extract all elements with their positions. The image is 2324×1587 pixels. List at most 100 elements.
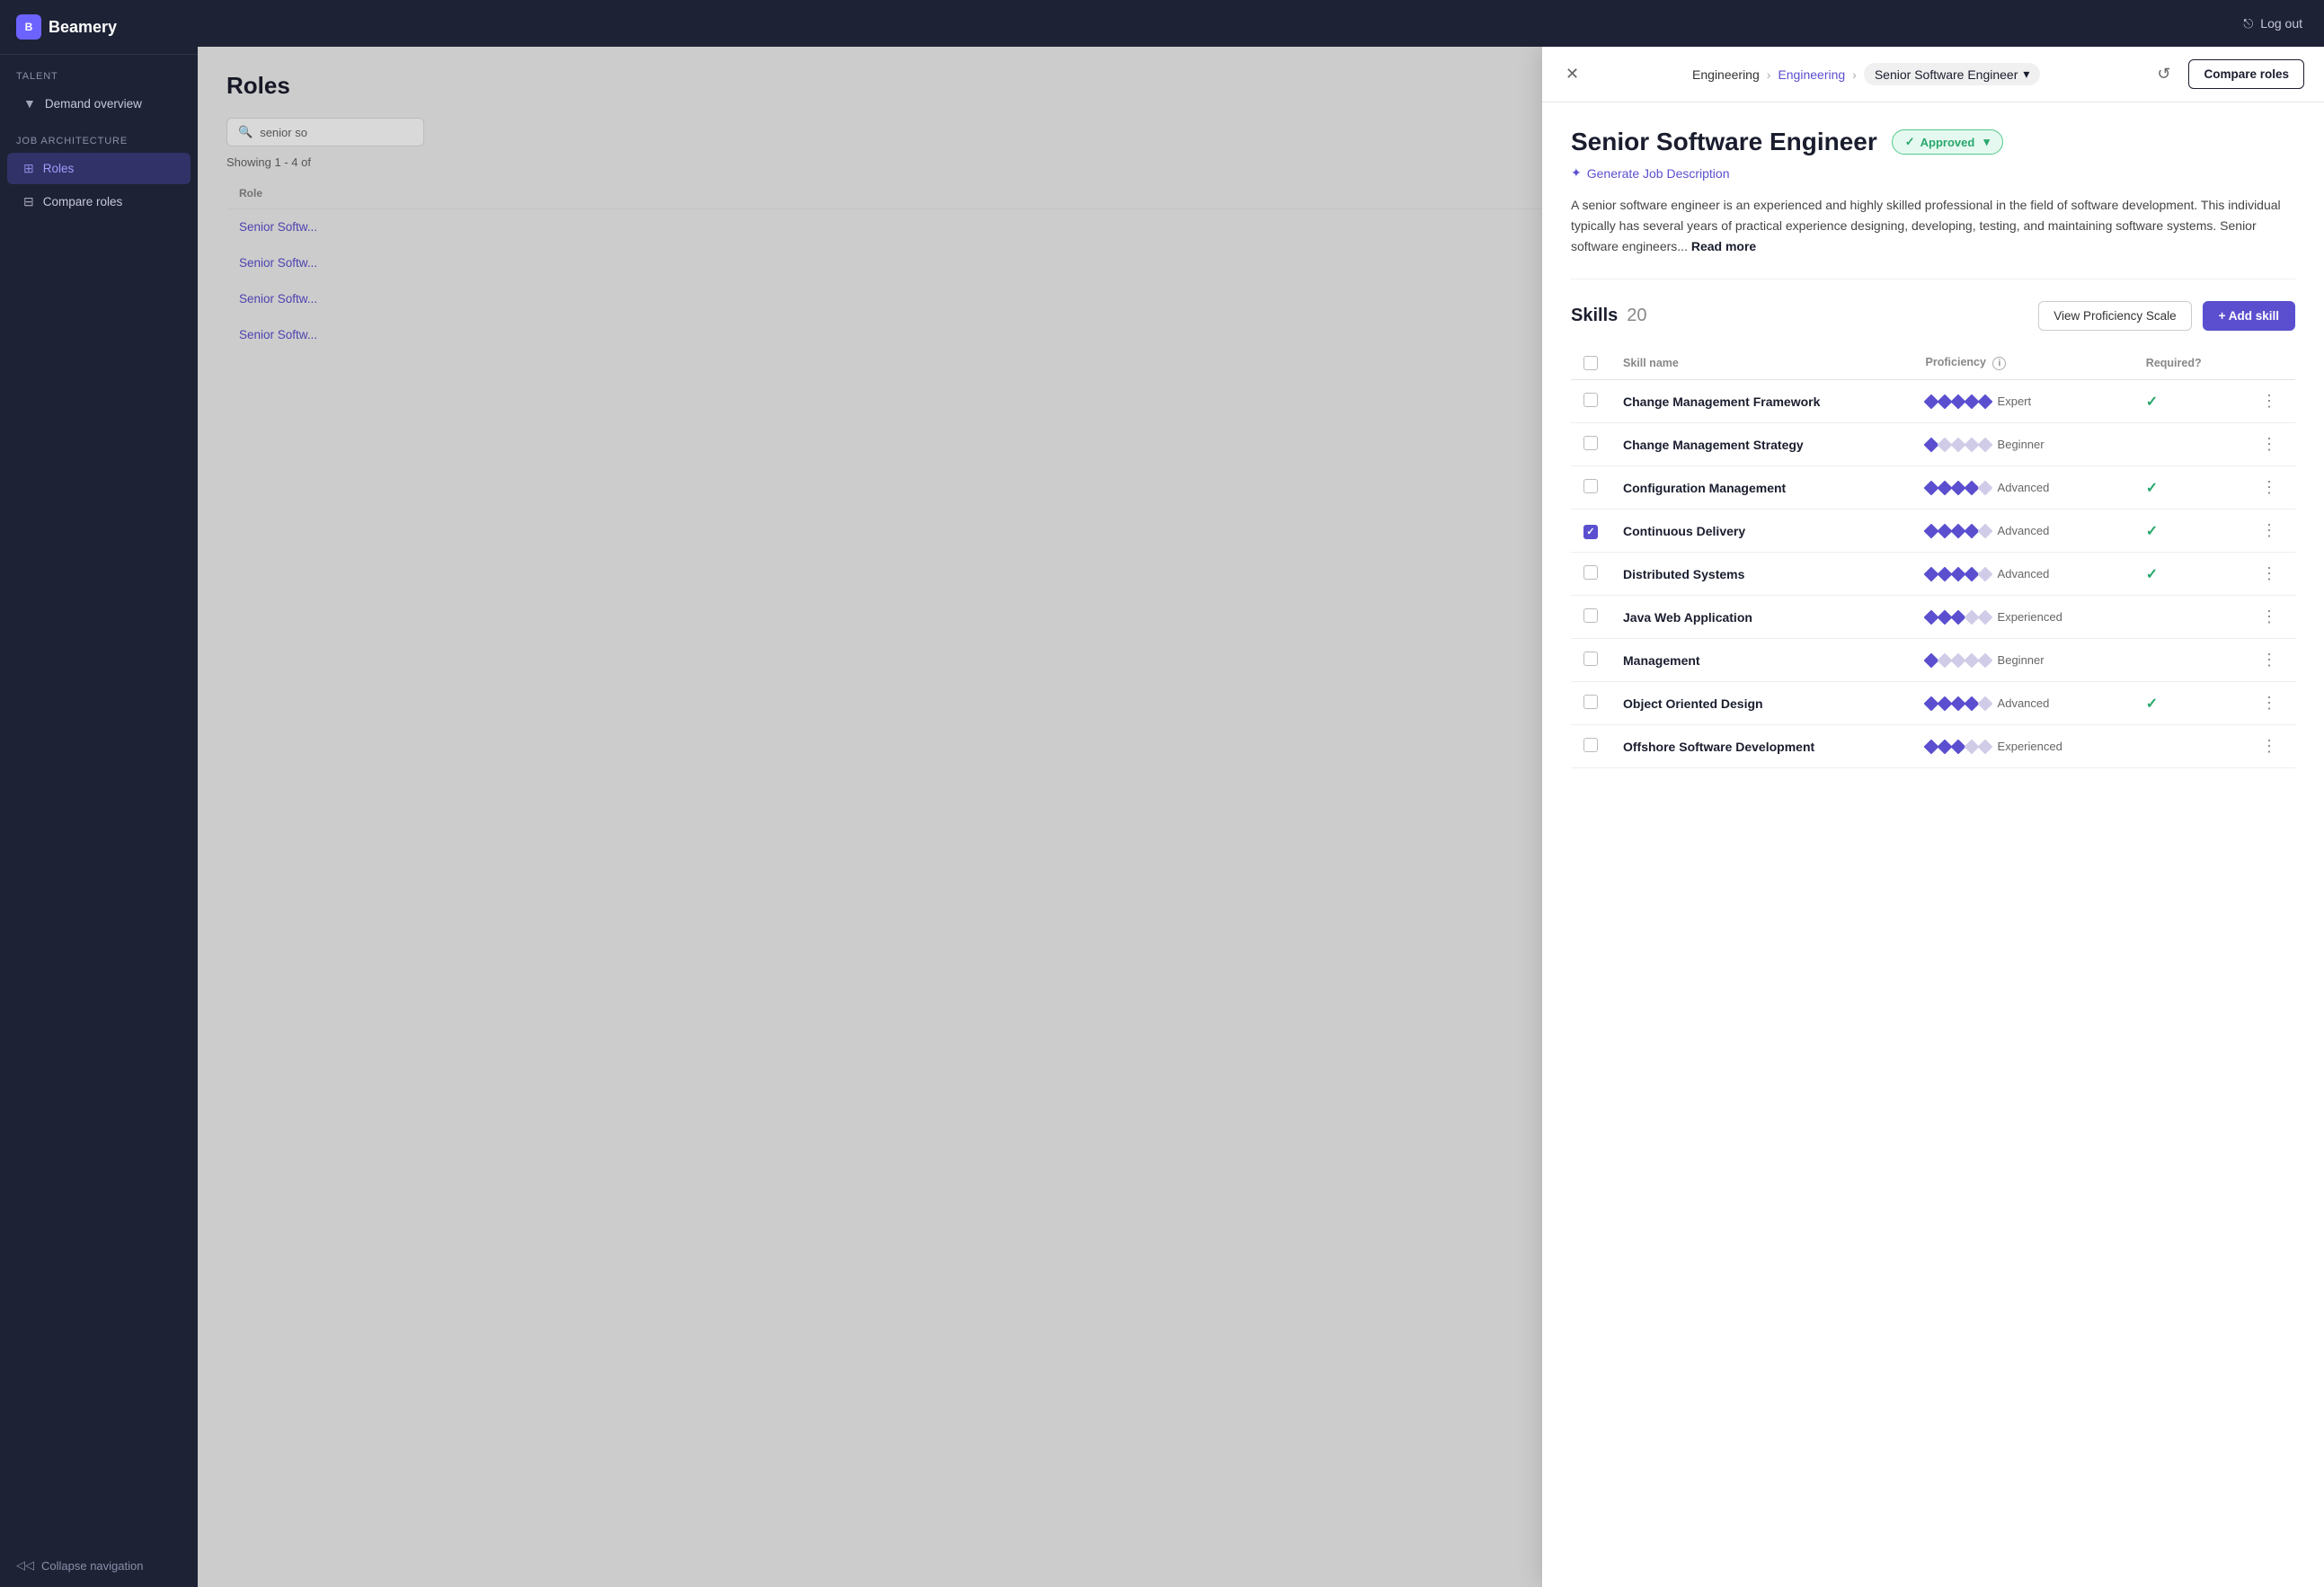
panel-body: Senior Software Engineer ✓ Approved ▾ ✦ … (1542, 102, 2324, 1587)
sidebar-item-compare-roles[interactable]: ⊟ Compare roles (7, 186, 191, 217)
skill-checkbox[interactable] (1583, 436, 1598, 450)
skill-checkbox[interactable] (1583, 608, 1598, 623)
proficiency-info-icon[interactable]: i (1992, 357, 2006, 370)
proficiency-cell: Expert (1913, 380, 2133, 423)
skill-name-cell: Configuration Management (1610, 466, 1913, 510)
history-button[interactable]: ↺ (2150, 61, 2178, 87)
sparkle-icon: ✦ (1571, 165, 1582, 181)
skill-checkbox[interactable]: ✓ (1583, 525, 1598, 539)
skill-checkbox[interactable] (1583, 738, 1598, 752)
logo-icon: B (16, 14, 41, 40)
skill-row: Configuration ManagementAdvanced✓⋮ (1571, 466, 2295, 510)
skill-row: Distributed SystemsAdvanced✓⋮ (1571, 553, 2295, 596)
breadcrumb-mid[interactable]: Engineering (1778, 67, 1845, 82)
skill-name-column-header: Skill name (1610, 347, 1913, 380)
add-skill-button[interactable]: + Add skill (2203, 301, 2295, 331)
required-cell: ✓ (2133, 682, 2243, 725)
skill-row: Change Management StrategyBeginner ⋮ (1571, 423, 2295, 466)
empty-diamond-icon (1977, 609, 1992, 625)
main-content: ⎋ Log out Roles 🔍 senior so Showing 1 - … (198, 0, 2324, 1587)
skill-more-options-button[interactable]: ⋮ (2256, 518, 2283, 543)
read-more-link[interactable]: Read more (1691, 239, 1756, 253)
skills-header: Skills 20 View Proficiency Scale + Add s… (1571, 301, 2295, 331)
compare-roles-button[interactable]: Compare roles (2188, 59, 2304, 89)
skill-row: Object Oriented DesignAdvanced✓⋮ (1571, 682, 2295, 725)
panel-close-button[interactable]: ✕ (1562, 61, 1583, 87)
description-text: A senior software engineer is an experie… (1571, 198, 2281, 253)
skill-more-options-button[interactable]: ⋮ (2256, 647, 2283, 672)
skill-menu-cell: ⋮ (2243, 682, 2295, 725)
breadcrumb-sep-1: › (1767, 67, 1771, 82)
approved-label: Approved (1920, 136, 1975, 149)
panel-header: ✕ Engineering › Engineering › Senior Sof… (1542, 47, 2324, 102)
page-content: Roles 🔍 senior so Showing 1 - 4 of Role … (198, 47, 2324, 1587)
check-icon: ✓ (1905, 135, 1915, 149)
proficiency-cell: Advanced (1913, 510, 2133, 553)
skill-more-options-button[interactable]: ⋮ (2256, 604, 2283, 629)
skill-more-options-button[interactable]: ⋮ (2256, 733, 2283, 758)
skill-more-options-button[interactable]: ⋮ (2256, 690, 2283, 715)
skill-menu-cell: ⋮ (2243, 639, 2295, 682)
proficiency-label: Advanced (1998, 696, 2050, 710)
skill-more-options-button[interactable]: ⋮ (2256, 388, 2283, 413)
required-cell (2133, 639, 2243, 682)
empty-diamond-icon (1977, 566, 1992, 581)
skill-more-options-button[interactable]: ⋮ (2256, 431, 2283, 457)
side-panel: ✕ Engineering › Engineering › Senior Sof… (1542, 47, 2324, 1587)
required-check-icon: ✓ (2146, 696, 2158, 712)
proficiency-label: Advanced (1998, 567, 2050, 581)
skill-checkbox[interactable] (1583, 695, 1598, 709)
breadcrumb-root: Engineering (1692, 67, 1760, 82)
logout-button[interactable]: ⎋ Log out (2243, 16, 2302, 31)
required-check-icon: ✓ (2146, 395, 2158, 410)
skill-more-options-button[interactable]: ⋮ (2256, 474, 2283, 500)
required-check-icon: ✓ (2146, 481, 2158, 496)
skills-actions: View Proficiency Scale + Add skill (2038, 301, 2295, 331)
breadcrumb-current[interactable]: Senior Software Engineer ▾ (1864, 63, 2041, 85)
sidebar-item-label: Demand overview (45, 97, 142, 111)
skill-name-cell: Java Web Application (1610, 596, 1913, 639)
proficiency-label: Experienced (1998, 610, 2062, 624)
skill-checkbox[interactable] (1583, 479, 1598, 493)
proficiency-label: Advanced (1998, 524, 2050, 537)
logo-text: Beamery (49, 18, 117, 37)
empty-diamond-icon (1977, 696, 1992, 711)
empty-diamond-icon (1977, 523, 1992, 538)
generate-job-description-link[interactable]: ✦ Generate Job Description (1571, 165, 2295, 181)
skill-menu-cell: ⋮ (2243, 725, 2295, 768)
required-cell: ✓ (2133, 510, 2243, 553)
proficiency-cell: Advanced (1913, 682, 2133, 725)
role-title: Senior Software Engineer (1571, 128, 1877, 156)
select-all-checkbox[interactable] (1583, 356, 1598, 370)
logout-icon: ⎋ (2243, 16, 2253, 31)
skill-menu-cell: ⋮ (2243, 596, 2295, 639)
skill-checkbox[interactable] (1583, 652, 1598, 666)
compare-icon: ⊟ (23, 194, 34, 209)
skill-name-cell: Change Management Strategy (1610, 423, 1913, 466)
proficiency-cell: Experienced (1913, 725, 2133, 768)
skill-name-cell: Offshore Software Development (1610, 725, 1913, 768)
generate-label: Generate Job Description (1587, 166, 1730, 181)
skill-checkbox[interactable] (1583, 393, 1598, 407)
view-proficiency-scale-button[interactable]: View Proficiency Scale (2038, 301, 2191, 331)
sidebar-item-roles[interactable]: ⊞ Roles (7, 153, 191, 184)
breadcrumb-current-label: Senior Software Engineer (1875, 67, 2018, 82)
required-column-header: Required? (2133, 347, 2243, 380)
collapse-navigation-btn[interactable]: ◁◁ Collapse navigation (0, 1544, 198, 1587)
empty-diamond-icon (1977, 652, 1992, 668)
required-check-icon: ✓ (2146, 524, 2158, 539)
breadcrumb-sep-2: › (1852, 67, 1857, 82)
skill-more-options-button[interactable]: ⋮ (2256, 561, 2283, 586)
proficiency-cell: Advanced (1913, 553, 2133, 596)
filled-diamond-icon (1977, 394, 1992, 409)
skill-name-cell: Change Management Framework (1610, 380, 1913, 423)
required-cell (2133, 423, 2243, 466)
sidebar-item-demand-overview[interactable]: ▼ Demand overview (7, 88, 191, 119)
skill-name-cell: Management (1610, 639, 1913, 682)
required-cell: ✓ (2133, 553, 2243, 596)
skill-checkbox[interactable] (1583, 565, 1598, 580)
approved-badge: ✓ Approved ▾ (1892, 129, 2003, 155)
proficiency-cell: Beginner (1913, 423, 2133, 466)
proficiency-cell: Experienced (1913, 596, 2133, 639)
job-architecture-section-label: JOB ARCHITECTURE (0, 120, 198, 152)
